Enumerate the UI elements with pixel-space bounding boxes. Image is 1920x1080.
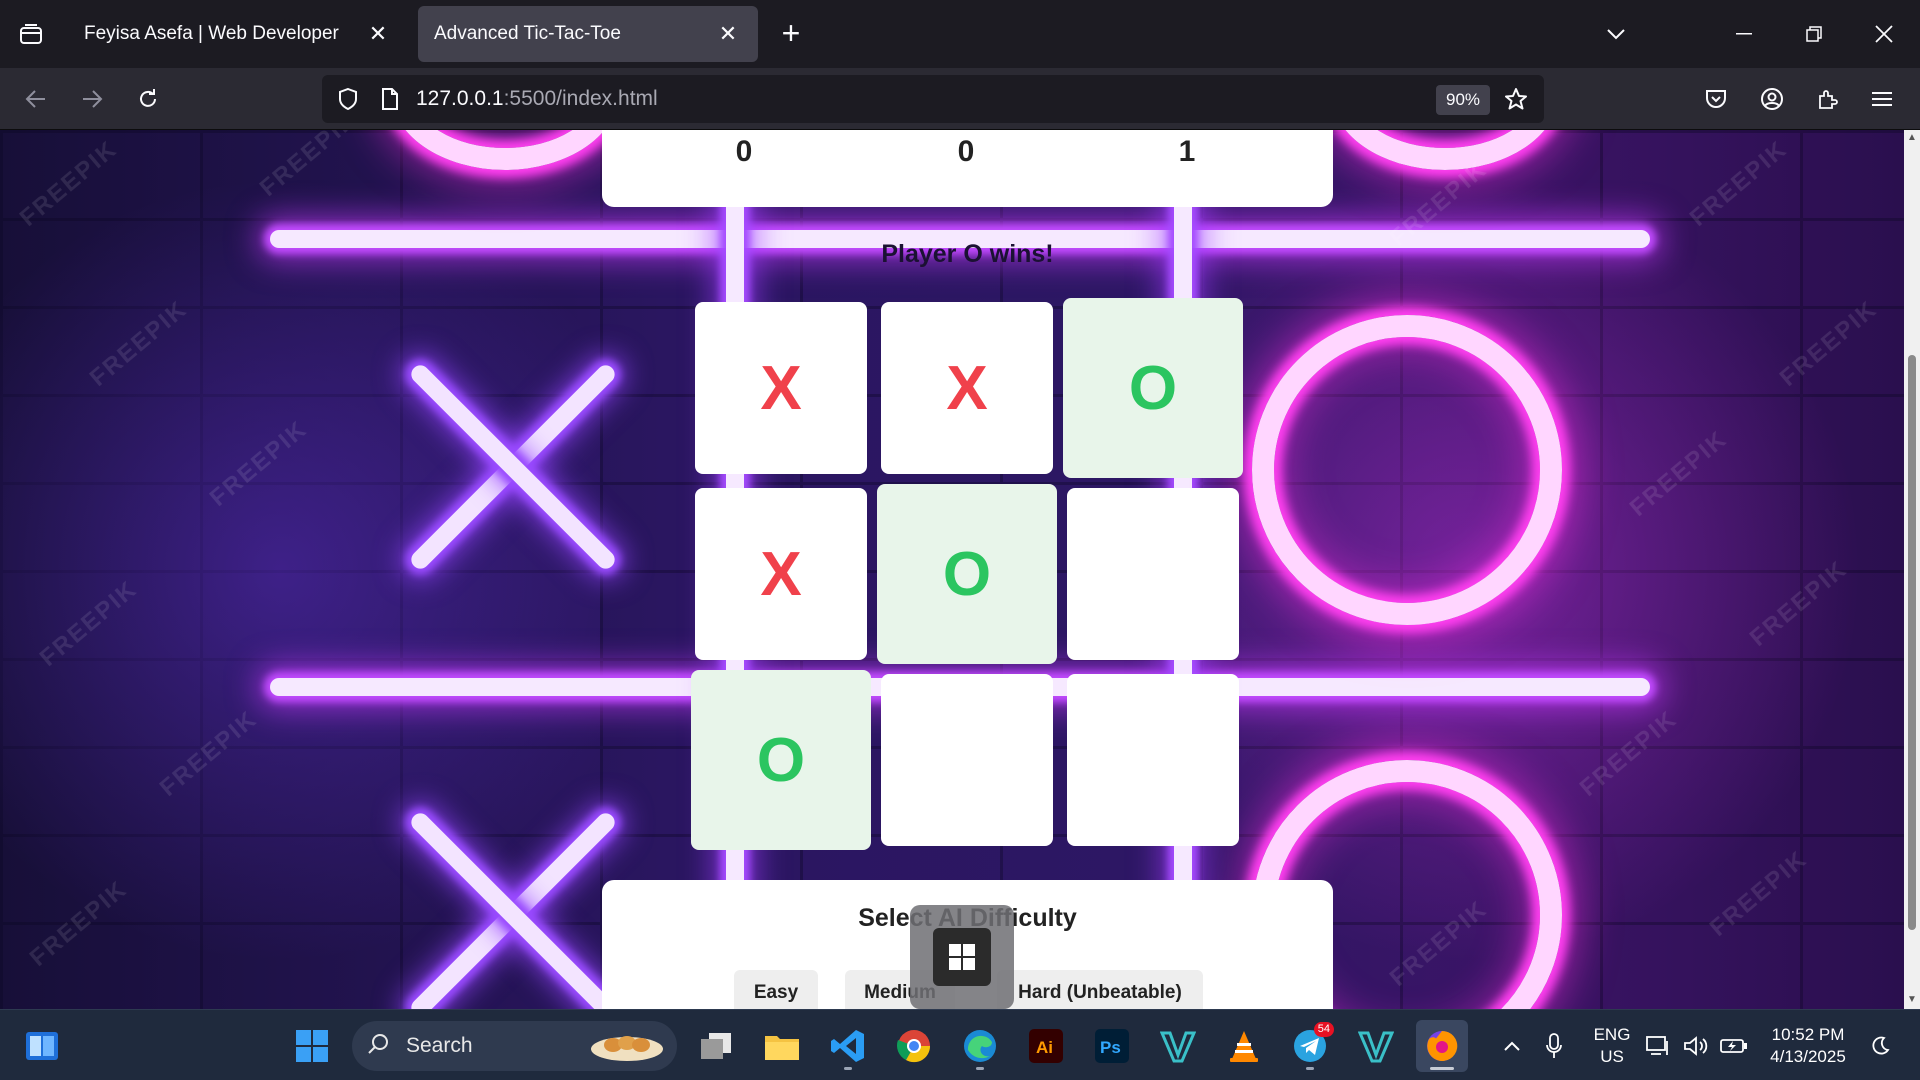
notification-moon-icon[interactable] [1862, 1020, 1898, 1072]
windows-logo-icon [933, 928, 991, 986]
score-x: 0 [735, 135, 753, 168]
region-code: US [1600, 1047, 1624, 1066]
battery-icon[interactable] [1716, 1020, 1752, 1072]
vscode-icon[interactable] [822, 1020, 874, 1072]
neon-x-decoration [393, 795, 633, 1009]
input-language[interactable]: ENG US [1586, 1024, 1638, 1068]
cell-mark: X [760, 353, 802, 423]
minimize-icon[interactable] [1724, 14, 1764, 54]
svg-text:Ps: Ps [1100, 1038, 1121, 1057]
tab-advanced-tic-tac-toe[interactable]: Advanced Tic-Tac-Toe ✕ [418, 6, 758, 62]
network-icon[interactable] [1640, 1020, 1676, 1072]
board-cell-2[interactable]: O [1063, 298, 1243, 478]
extensions-icon[interactable] [1808, 79, 1848, 119]
bookmark-star-icon[interactable] [1498, 81, 1534, 117]
difficulty-hard-button[interactable]: Hard (Unbeatable) [997, 970, 1203, 1009]
windows-flyout-overlay [910, 905, 1014, 1009]
close-tab-icon[interactable]: ✕ [364, 20, 392, 48]
clock[interactable]: 10:52 PM 4/13/2025 [1760, 1024, 1856, 1068]
scroll-up-arrow-icon[interactable]: ▲ [1906, 132, 1918, 144]
visual-studio-icon[interactable] [1152, 1020, 1204, 1072]
navigation-toolbar: 127.0.0.1:5500/index.html 90% [0, 68, 1920, 130]
account-icon[interactable] [1752, 79, 1792, 119]
scoreboard: 0 0 1 [602, 130, 1333, 207]
board-cell-4[interactable]: O [877, 484, 1057, 664]
file-explorer-icon[interactable] [756, 1020, 808, 1072]
telegram-icon[interactable]: 54 [1284, 1020, 1336, 1072]
firefox-icon[interactable] [1416, 1020, 1468, 1072]
browser-tab-bar: Feyisa Asefa | Web Developer ✕ Advanced … [0, 0, 1920, 68]
chrome-icon[interactable] [888, 1020, 940, 1072]
task-view-icon[interactable] [690, 1020, 742, 1072]
running-indicator [844, 1067, 852, 1070]
visual-studio-icon[interactable] [1350, 1020, 1402, 1072]
menu-hamburger-icon[interactable] [1862, 79, 1902, 119]
page-scrollbar[interactable]: ▲ ▼ [1904, 130, 1920, 1009]
board-cell-8[interactable] [1067, 674, 1239, 846]
edge-icon[interactable] [954, 1020, 1006, 1072]
start-button-icon[interactable] [286, 1020, 338, 1072]
windows-taskbar: Search Ai Ps 54 ENG US 10:52 PM 4/13/202… [0, 1009, 1920, 1080]
active-indicator [1430, 1067, 1454, 1070]
page-info-icon[interactable] [372, 81, 408, 117]
scrollbar-thumb[interactable] [1908, 355, 1916, 930]
address-bar[interactable]: 127.0.0.1:5500/index.html 90% [322, 75, 1544, 123]
cell-mark: O [1128, 353, 1178, 423]
neon-x-decoration [393, 347, 633, 587]
neon-o-decoration [1252, 315, 1562, 625]
adobe-illustrator-icon[interactable]: Ai [1020, 1020, 1072, 1072]
board-cell-6[interactable]: O [691, 670, 871, 850]
tab-title: Advanced Tic-Tac-Toe [434, 23, 621, 44]
board-cell-1[interactable]: X [881, 302, 1053, 474]
score-o: 1 [1178, 135, 1196, 168]
taskbar-search-box[interactable]: Search [352, 1021, 677, 1071]
new-tab-button[interactable]: + [774, 17, 808, 52]
url-text[interactable]: 127.0.0.1:5500/index.html [416, 87, 658, 111]
vlc-icon[interactable] [1218, 1020, 1270, 1072]
running-indicator [976, 1067, 984, 1070]
back-arrow-icon[interactable] [16, 79, 56, 119]
tab-list-icon[interactable] [12, 16, 50, 54]
cell-mark: X [760, 539, 802, 609]
cell-mark: O [942, 539, 992, 609]
close-tab-icon[interactable]: ✕ [714, 20, 742, 48]
url-path: :5500/index.html [503, 87, 658, 110]
tracking-protection-shield-icon[interactable] [330, 81, 366, 117]
board-cell-7[interactable] [881, 674, 1053, 846]
search-highlight-image-icon [587, 1027, 667, 1070]
running-indicator [1306, 1067, 1314, 1070]
reload-icon[interactable] [128, 79, 168, 119]
clock-date: 4/13/2025 [1770, 1047, 1846, 1066]
microphone-icon[interactable] [1528, 1020, 1580, 1072]
board-cell-3[interactable]: X [695, 488, 867, 660]
widgets-icon[interactable] [16, 1020, 68, 1072]
cell-mark: O [756, 725, 806, 795]
cell-mark: X [946, 353, 988, 423]
search-icon [368, 1033, 390, 1060]
zoom-level-badge[interactable]: 90% [1436, 85, 1491, 115]
clock-time: 10:52 PM [1771, 1025, 1845, 1044]
close-window-icon[interactable] [1864, 14, 1904, 54]
score-draws: 0 [957, 135, 975, 168]
svg-text:Ai: Ai [1036, 1038, 1053, 1057]
url-host: 127.0.0.1 [416, 87, 504, 110]
tab-title: Feyisa Asefa | Web Developer [84, 23, 339, 44]
language-code: ENG [1593, 1025, 1631, 1044]
tab-list-chevron-icon[interactable] [1596, 14, 1636, 54]
restore-icon[interactable] [1794, 14, 1834, 54]
board-cell-0[interactable]: X [695, 302, 867, 474]
notification-badge: 54 [1313, 1022, 1334, 1037]
scroll-down-arrow-icon[interactable]: ▼ [1906, 994, 1918, 1006]
page-viewport: FREEPIK FREEPIK FREEPIK FREEPIK FREEPIK … [0, 130, 1904, 1009]
board-cell-5[interactable] [1067, 488, 1239, 660]
photoshop-icon[interactable]: Ps [1086, 1020, 1138, 1072]
tab-feyisa-asefa[interactable]: Feyisa Asefa | Web Developer ✕ [68, 6, 408, 62]
difficulty-easy-button[interactable]: Easy [734, 970, 818, 1009]
forward-arrow-icon[interactable] [72, 79, 112, 119]
volume-icon[interactable] [1678, 1020, 1714, 1072]
search-placeholder: Search [406, 1034, 473, 1057]
pocket-icon[interactable] [1696, 79, 1736, 119]
game-status-message: Player O wins! [881, 240, 1054, 268]
